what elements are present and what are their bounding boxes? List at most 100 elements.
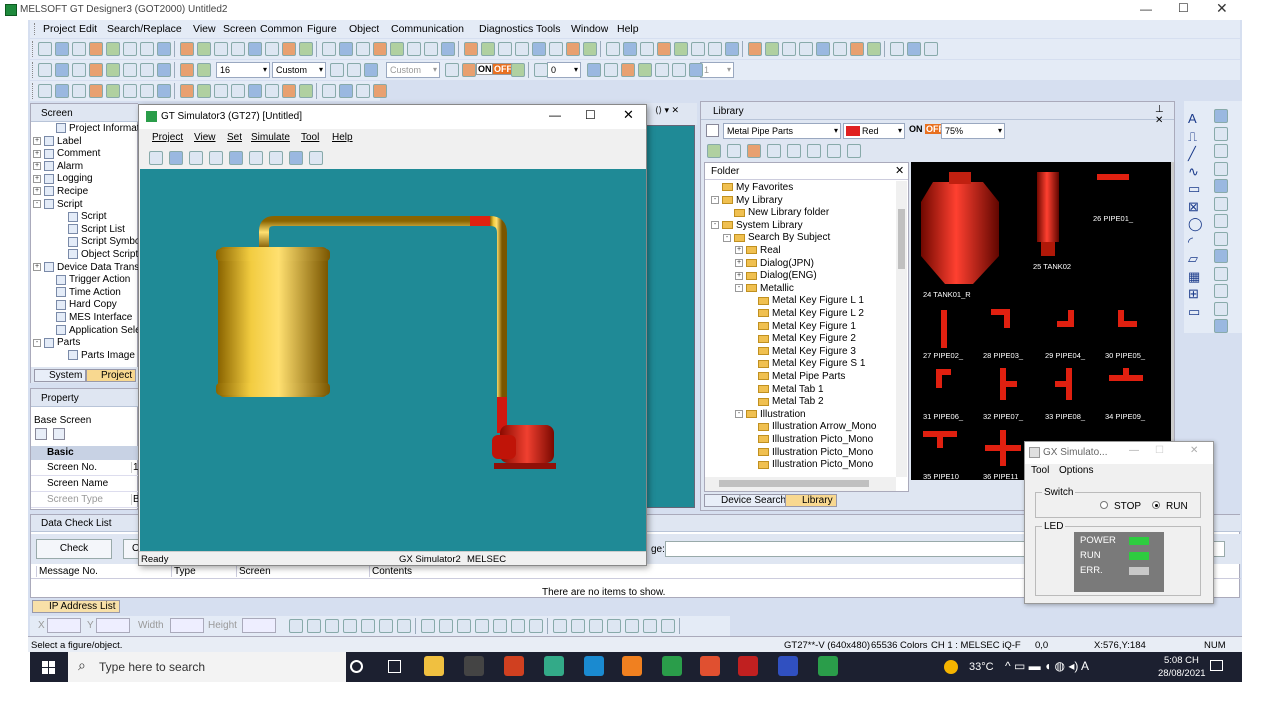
toolbar-button[interactable] [265, 42, 279, 56]
toolbar-button[interactable] [782, 42, 796, 56]
library-toolbar-button[interactable] [807, 144, 821, 158]
toolbar-button[interactable] [140, 84, 154, 98]
toolbar-button[interactable] [907, 42, 921, 56]
screen-tree-item[interactable]: Application Select [45, 325, 139, 338]
collapse-icon[interactable]: - [33, 199, 41, 208]
toolbar-button[interactable] [850, 42, 864, 56]
toolbar-button[interactable] [72, 63, 86, 77]
toolbar-button[interactable] [106, 42, 120, 56]
figure-tool-button[interactable]: ╱ [1188, 146, 1196, 162]
toolbar-button[interactable] [38, 84, 52, 98]
property-sort-icon[interactable] [35, 428, 47, 440]
toolbar-button[interactable] [462, 63, 476, 77]
toolbar-grip[interactable] [32, 41, 35, 57]
chrome-canary-icon[interactable] [700, 656, 720, 676]
toolbar-button[interactable] [157, 42, 171, 56]
tab-project[interactable]: Project [86, 369, 137, 382]
font-size-select[interactable]: 16 [216, 62, 270, 78]
toolbar-button[interactable] [390, 42, 404, 56]
align-button[interactable] [529, 619, 543, 633]
expand-icon[interactable]: + [33, 187, 41, 196]
toolbar-button[interactable] [89, 84, 103, 98]
part-label[interactable]: 26 PIPE01_ [1093, 214, 1133, 223]
collapse-icon[interactable]: - [711, 195, 719, 204]
sim-maximize-button[interactable]: ☐ [585, 108, 596, 122]
toolbar-button[interactable] [339, 42, 353, 56]
toolbar-button[interactable] [55, 84, 69, 98]
part-label[interactable]: 35 PIPE10 [923, 472, 959, 480]
toolbar-button[interactable] [373, 84, 387, 98]
object-tool-button[interactable] [1214, 179, 1228, 193]
sim-menu-project[interactable]: Project [152, 132, 183, 143]
object-tool-button[interactable] [1214, 266, 1228, 281]
align-button[interactable] [307, 619, 321, 633]
expand-icon[interactable]: + [33, 262, 41, 271]
toolbar-button[interactable] [123, 63, 137, 77]
screen-tree-item[interactable]: Object Script [57, 249, 138, 262]
font-name-select[interactable]: Custom [272, 62, 326, 78]
gx-menu-tool[interactable]: Tool [1031, 465, 1049, 476]
stop-radio[interactable] [1100, 501, 1108, 509]
file-explorer-icon[interactable] [424, 656, 444, 676]
library-tree-item[interactable]: Metal Key Figure L 1 [747, 295, 864, 308]
tab-system[interactable]: System [34, 369, 87, 382]
sim-toolbar-button[interactable] [289, 151, 303, 165]
toolbar-grip[interactable] [32, 62, 35, 78]
menu-screen[interactable]: Screen [223, 23, 256, 35]
app-blue-icon[interactable] [778, 656, 798, 676]
expand-icon[interactable]: + [735, 258, 743, 267]
toolbar-button[interactable] [424, 42, 438, 56]
toolbar-button[interactable] [708, 42, 722, 56]
column-header[interactable]: Contents [369, 566, 412, 577]
object-tool-button[interactable] [1214, 214, 1228, 228]
app-red-icon[interactable] [738, 656, 758, 676]
toolbar-button[interactable] [604, 63, 618, 77]
tab-device-search[interactable]: Device Search [704, 494, 791, 507]
toolbar-button[interactable] [89, 42, 103, 56]
weather-icon[interactable] [944, 660, 958, 674]
figure-tool-button[interactable]: ⊞ [1188, 286, 1199, 302]
sim-minimize-button[interactable]: — [549, 108, 561, 122]
screen-tree-item[interactable]: Script List [57, 224, 125, 237]
screen-tree-item[interactable]: Script Symbol [57, 236, 139, 249]
sim-toolbar-button[interactable] [189, 151, 203, 165]
folder-close-icon[interactable]: ✕ [895, 164, 904, 177]
task-view-icon[interactable] [388, 660, 401, 673]
toolbar-button[interactable] [674, 42, 688, 56]
screen-tree-item[interactable]: - Parts [33, 337, 80, 350]
toolbar-button[interactable] [765, 42, 779, 56]
sim-toolbar-button[interactable] [249, 151, 263, 165]
align-button[interactable] [457, 619, 471, 633]
menu-common[interactable]: Common [260, 23, 303, 35]
figure-tool-button[interactable]: ▭ [1188, 181, 1200, 197]
toolbar-button[interactable] [197, 84, 211, 98]
folder-hscroll-thumb[interactable] [719, 480, 869, 487]
library-tree-item[interactable]: Metal Key Figure 3 [747, 346, 856, 359]
screen-tree-item[interactable]: + Alarm [33, 161, 83, 174]
toolbar-button[interactable] [532, 42, 546, 56]
library-tree-item[interactable]: + Dialog(ENG) [735, 270, 817, 283]
sim-close-button[interactable]: ✕ [623, 107, 634, 123]
library-toolbar-button[interactable] [727, 144, 741, 158]
toolbar-button[interactable] [322, 84, 336, 98]
toolbar-button[interactable] [180, 84, 194, 98]
menu-project[interactable]: Project [43, 23, 76, 35]
toolbar-button[interactable] [672, 63, 686, 77]
align-button[interactable] [589, 619, 603, 633]
library-tree-item[interactable]: Metal Key Figure L 2 [747, 308, 864, 321]
toolbar-button[interactable] [248, 84, 262, 98]
align-button[interactable] [343, 619, 357, 633]
align-button[interactable] [397, 619, 411, 633]
toolbar-button[interactable] [214, 84, 228, 98]
toolbar-button[interactable] [299, 42, 313, 56]
toolbar-button[interactable] [231, 84, 245, 98]
tab-library[interactable]: Library [785, 494, 837, 507]
library-toolbar-button[interactable] [827, 144, 841, 158]
toolbar-button[interactable] [265, 84, 279, 98]
align-button[interactable] [607, 619, 621, 633]
gt-designer-icon[interactable] [662, 656, 682, 676]
folder-vscroll-thumb[interactable] [898, 209, 905, 269]
toolbar-button[interactable] [890, 42, 904, 56]
toolbar-button[interactable] [248, 42, 262, 56]
property-filter-icon[interactable] [53, 428, 65, 440]
